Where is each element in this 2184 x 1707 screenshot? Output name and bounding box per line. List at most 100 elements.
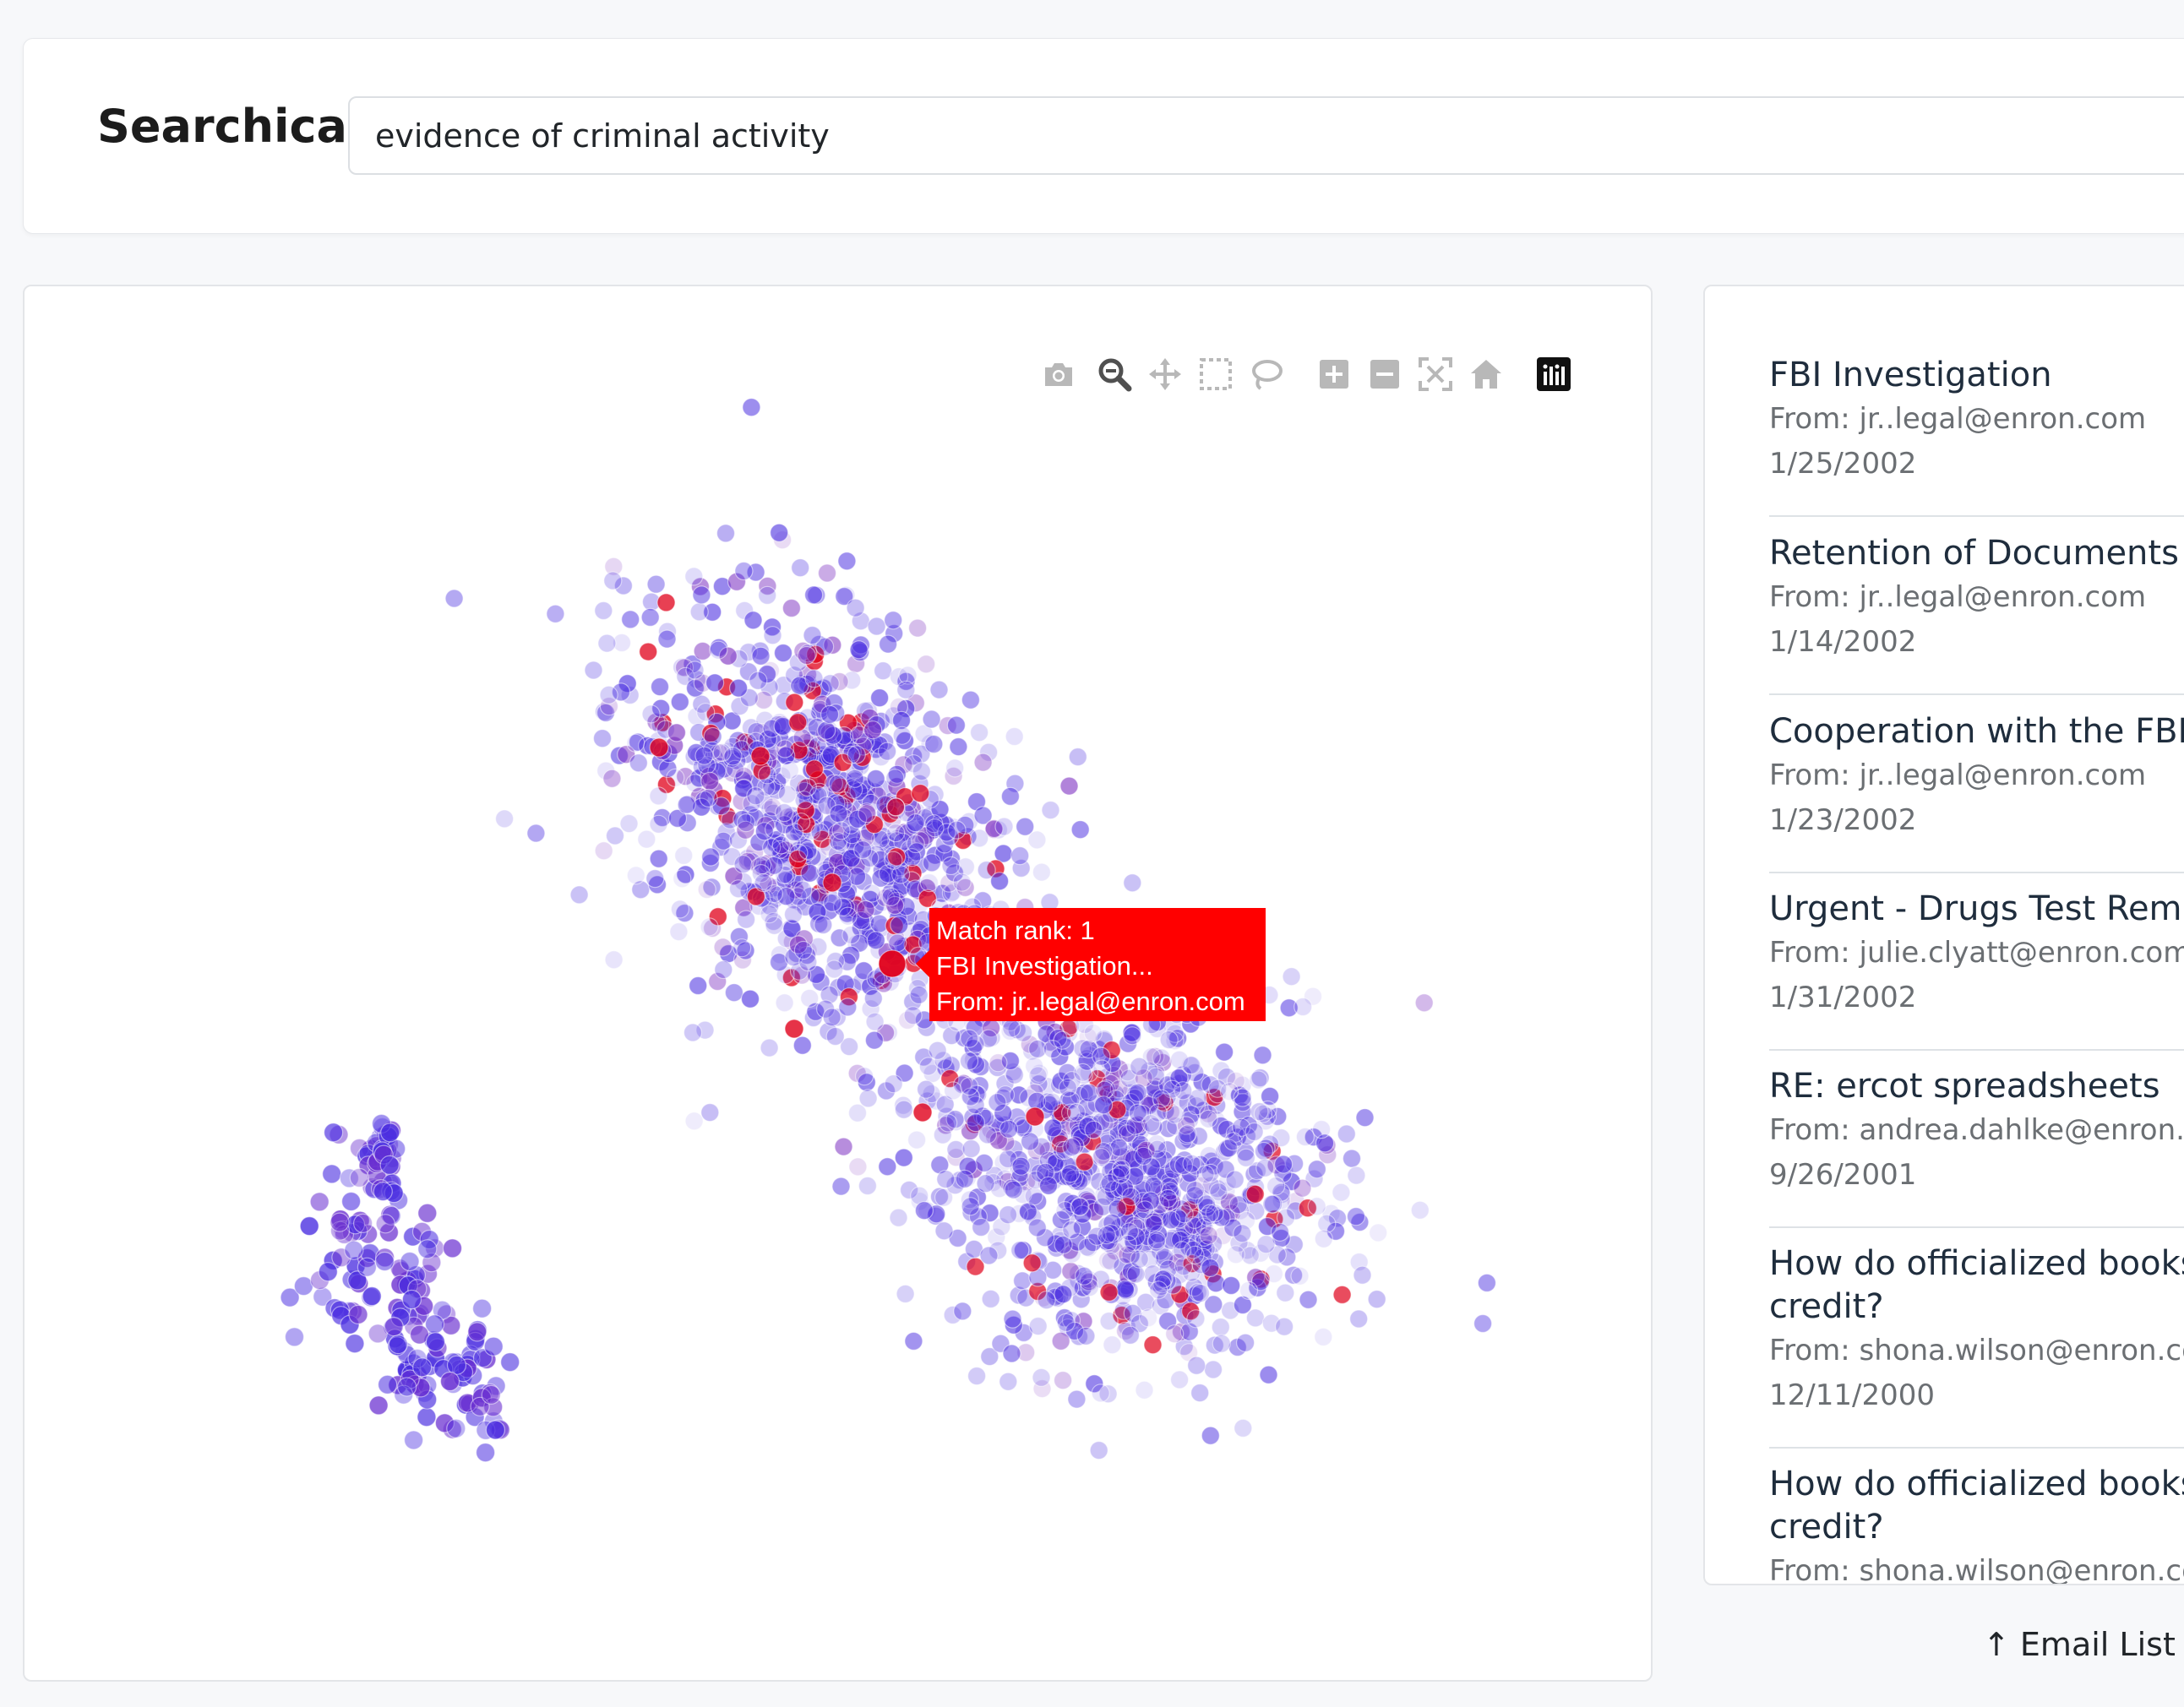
scatter-point[interactable]: [1043, 1092, 1062, 1112]
scatter-point[interactable]: [960, 1076, 979, 1096]
scatter-point[interactable]: [760, 1038, 779, 1057]
scatter-point[interactable]: [838, 998, 858, 1017]
scatter-point[interactable]: [892, 726, 912, 745]
scatter-point[interactable]: [904, 1331, 923, 1351]
scatter-point[interactable]: [763, 626, 782, 645]
scatter-point[interactable]: [1311, 1119, 1332, 1139]
scatter-point[interactable]: [939, 1113, 958, 1133]
scatter-point[interactable]: [1314, 1327, 1333, 1347]
scatter-point[interactable]: [417, 1239, 438, 1259]
scatter-point[interactable]: [1025, 1106, 1045, 1127]
scatter-point[interactable]: [697, 879, 716, 900]
scatter-point[interactable]: [789, 843, 809, 863]
scatter-point[interactable]: [788, 713, 808, 732]
scatter-point[interactable]: [685, 661, 705, 680]
scatter-point[interactable]: [825, 1026, 845, 1046]
scatter-point[interactable]: [803, 585, 824, 605]
scatter-point[interactable]: [689, 976, 708, 996]
scatter-point[interactable]: [820, 674, 840, 693]
scatter-point[interactable]: [1073, 1063, 1092, 1083]
scatter-point[interactable]: [1028, 1316, 1048, 1336]
scatter-point[interactable]: [1185, 1180, 1205, 1200]
scatter-point[interactable]: [829, 804, 848, 824]
scatter-point[interactable]: [594, 601, 613, 621]
scatter-point[interactable]: [1120, 1325, 1141, 1345]
scatter-point[interactable]: [760, 905, 779, 924]
scatter-point[interactable]: [878, 1157, 897, 1177]
scatter-point[interactable]: [1211, 1318, 1230, 1337]
scatter-point[interactable]: [1146, 1230, 1167, 1250]
scatter-point[interactable]: [874, 661, 893, 681]
scatter-point[interactable]: [669, 921, 689, 942]
email-item[interactable]: How do officialized books credit? From: …: [1769, 1463, 2184, 1584]
scatter-point[interactable]: [1244, 1122, 1264, 1142]
scatter-point[interactable]: [1367, 1290, 1386, 1309]
scatter-point[interactable]: [856, 900, 875, 920]
scatter-point[interactable]: [816, 720, 836, 740]
email-item[interactable]: How do officialized books credit? From: …: [1769, 1242, 2184, 1449]
scatter-point[interactable]: [907, 618, 928, 638]
scatter-point[interactable]: [1012, 1271, 1032, 1291]
scatter-point[interactable]: [775, 993, 794, 1013]
scatter-point[interactable]: [1259, 1365, 1278, 1384]
scatter-point[interactable]: [732, 938, 752, 958]
scatter-point[interactable]: [1317, 1214, 1337, 1233]
scatter-point[interactable]: [1092, 1059, 1112, 1079]
scatter-point[interactable]: [349, 1167, 369, 1188]
scatter-point[interactable]: [1075, 1152, 1094, 1172]
scatter-point[interactable]: [1228, 1195, 1248, 1215]
email-item[interactable]: Urgent - Drugs Test Remir From: julie.cl…: [1769, 888, 2184, 1051]
scatter-point[interactable]: [417, 1407, 437, 1427]
scatter-point[interactable]: [972, 1217, 991, 1237]
scatter-point[interactable]: [878, 949, 907, 978]
scatter-point[interactable]: [400, 1251, 420, 1272]
scatter-point[interactable]: [771, 835, 791, 855]
scatter-point[interactable]: [841, 745, 861, 765]
scatter-point[interactable]: [362, 1286, 382, 1307]
scatter-point[interactable]: [896, 680, 916, 699]
scatter-point[interactable]: [1010, 845, 1030, 866]
scatter-point[interactable]: [1199, 1226, 1218, 1245]
scatter-point[interactable]: [886, 823, 906, 843]
scatter-point[interactable]: [1066, 1102, 1087, 1123]
scatter-point[interactable]: [1282, 967, 1301, 987]
scatter-point[interactable]: [775, 739, 795, 758]
scatter-point[interactable]: [1234, 1418, 1253, 1438]
scatter-point[interactable]: [1141, 1113, 1161, 1133]
scatter-point[interactable]: [1083, 1023, 1103, 1043]
scatter-point[interactable]: [1076, 1326, 1096, 1345]
scatter-point[interactable]: [1123, 873, 1142, 893]
scatter-point[interactable]: [1091, 1384, 1110, 1403]
scatter-point[interactable]: [841, 925, 861, 945]
scatter-point[interactable]: [881, 887, 901, 907]
scatter-point[interactable]: [1146, 1067, 1166, 1086]
scatter-point[interactable]: [736, 813, 756, 833]
scatter-point[interactable]: [1028, 1066, 1048, 1085]
scatter-point[interactable]: [803, 625, 822, 645]
scatter-point[interactable]: [1056, 1313, 1076, 1333]
scatter-point[interactable]: [896, 1284, 915, 1304]
scatter-point[interactable]: [999, 1372, 1018, 1391]
scatter-point[interactable]: [877, 742, 897, 761]
scatter-point[interactable]: [1473, 1313, 1493, 1334]
scatter-point[interactable]: [742, 398, 761, 417]
scatter-point[interactable]: [692, 585, 711, 605]
scatter-point[interactable]: [917, 655, 936, 674]
scatter-point[interactable]: [936, 1169, 956, 1189]
scatter-point[interactable]: [670, 900, 690, 919]
scatter-point[interactable]: [1089, 1440, 1108, 1460]
scatter-point[interactable]: [1295, 1127, 1315, 1147]
scatter-point[interactable]: [1477, 1273, 1497, 1293]
scatter-point[interactable]: [309, 1192, 330, 1212]
scatter-point[interactable]: [1002, 1019, 1021, 1038]
scatter-point[interactable]: [640, 607, 660, 628]
scatter-point[interactable]: [804, 759, 825, 779]
scatter-point[interactable]: [404, 1430, 424, 1450]
scatter-point[interactable]: [973, 753, 993, 772]
scatter-point[interactable]: [1165, 1105, 1185, 1124]
scatter-point[interactable]: [700, 917, 719, 937]
scatter-point[interactable]: [1070, 1197, 1090, 1216]
scatter-point[interactable]: [866, 769, 885, 789]
scatter-point[interactable]: [1347, 1166, 1366, 1185]
scatter-point[interactable]: [750, 746, 771, 766]
